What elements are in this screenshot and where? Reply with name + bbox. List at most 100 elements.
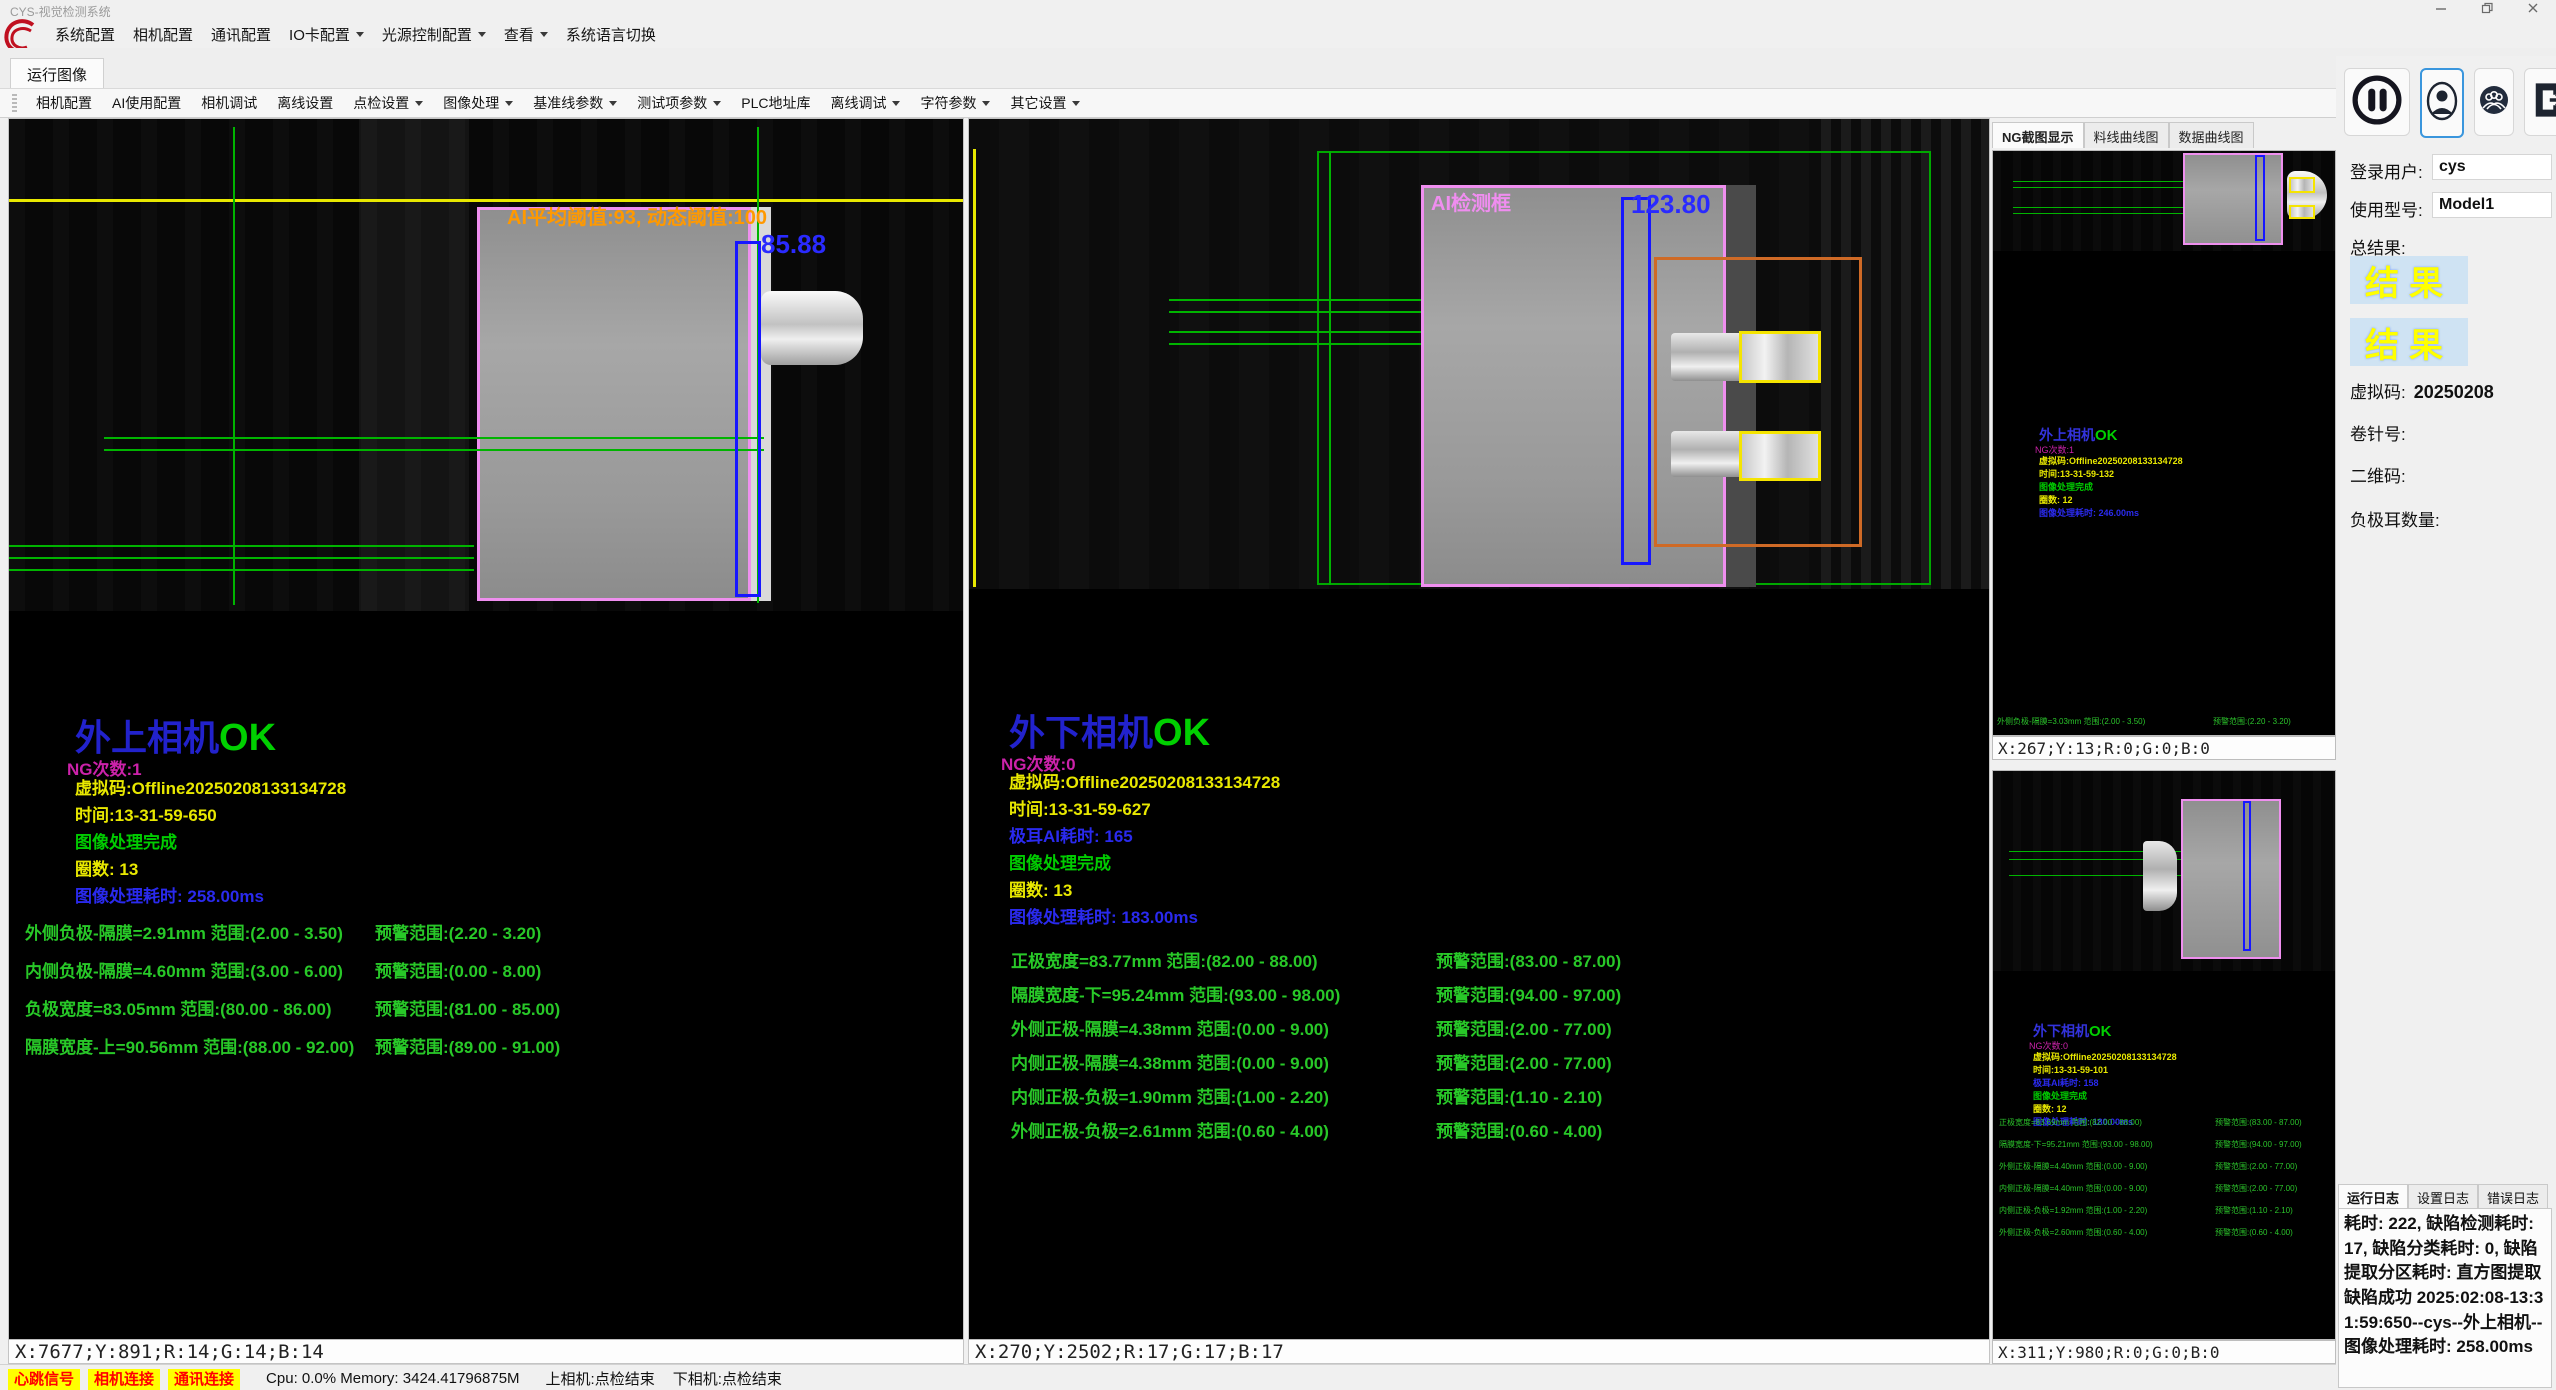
ng-screenshot-lower[interactable]: 外下相机OK NG次数:0 虚拟码:Offline202502081331347… [1992,770,2336,1340]
warning-range-text: 预警范围:(0.60 - 4.00) [2215,1228,2293,1237]
chevron-down-icon [609,101,617,106]
lower-camera-image: AI检测框 123.80 [969,119,1989,589]
toolbar-item-8[interactable]: 测试项参数 [627,91,731,115]
warning-range-text: 预警范围:(2.00 - 77.00) [1436,1020,1612,1039]
camera-result: OK [2095,427,2118,444]
toolbar-item-12[interactable]: 其它设置 [1000,91,1090,115]
lower-camera-view[interactable]: AI检测框 123.80 外下相机OK NG次数:0 虚拟码:Offline20… [968,118,1990,1364]
status-badge-3: 通讯连接 [168,1369,240,1390]
thumbnail-camera-title: 外上相机OK [2039,425,2118,445]
toolbar-item-7[interactable]: 基准线参数 [523,91,627,115]
thumbnail-status-lines: 虚拟码:Offline20250208133134728时间:13-31-59-… [2039,455,2183,520]
warning-range-text: 预警范围:(0.60 - 4.00) [1436,1122,1602,1141]
warning-range-text: 预警范围:(2.00 - 77.00) [1436,1054,1612,1073]
measure-value-text: 85.88 [761,229,826,260]
pause-button[interactable] [2344,68,2410,136]
toolbar-grip[interactable] [12,94,17,112]
status-badge-2: 相机连接 [88,1369,160,1390]
camera-result: OK [1153,712,1210,754]
tab-run-image[interactable]: 运行图像 [10,58,104,89]
close-button[interactable] [2510,0,2556,20]
camera-status-line: 圈数: 13 [75,856,346,883]
warning-range-text: 预警范围:(0.00 - 8.00) [375,962,541,981]
sidebar-tab-1[interactable]: NG截图显示 [1992,122,2084,148]
log-tab-1[interactable]: 运行日志 [2338,1184,2408,1210]
camera-status-lines: 虚拟码:Offline20250208133134728时间:13-31-59-… [1009,769,1280,931]
measurement-list: 正极宽度=83.77mm 范围:(82.00 - 88.00)预警范围:(83.… [1011,947,1621,1151]
toolbar-item-label: 图像处理 [443,93,499,113]
camera-status-line: 虚拟码:Offline20250208133134728 [75,775,346,802]
toolbar-item-1[interactable]: 相机配置 [26,91,102,115]
toolbar-item-label: 测试项参数 [637,93,707,113]
menu-item-3[interactable]: 通讯配置 [202,22,280,47]
ng-screenshot-upper[interactable]: 外上相机OK NG次数:1 虚拟码:Offline202502081331347… [1992,150,2336,736]
menu-item-2[interactable]: 相机配置 [124,22,202,47]
ng-thumbnail-column: NG截图显示料线曲线图数据曲线图 外上相机OK NG次数:1 虚拟码:Offli… [1992,122,2336,1364]
app-window: CYS-视觉检测系统 系统配置相机配置通讯配置IO卡配置光源控制配置查看系统语言… [0,0,2556,1390]
warning-range-text: 预警范围:(94.00 - 97.00) [1436,986,1621,1005]
login-user-input[interactable]: cys [2432,154,2552,180]
status-bar: 心跳信号相机连接通讯连接 Cpu: 0.0% Memory: 3424.4179… [0,1364,2336,1390]
run-log-text[interactable]: 耗时: 222, 缺陷检测耗时: 17, 缺陷分类耗时: 0, 缺陷提取分区耗时… [2338,1208,2552,1388]
warning-range-text: 预警范围:(2.00 - 77.00) [2215,1162,2297,1171]
status-badges: 心跳信号相机连接通讯连接 [0,1368,240,1389]
toolbar-item-11[interactable]: 字符参数 [910,91,1000,115]
chevron-down-icon [713,101,721,106]
camera-status-line: 虚拟码:Offline20250208133134728 [1009,769,1280,796]
menu-item-6[interactable]: 查看 [495,22,557,47]
toolbar-item-4[interactable]: 离线设置 [267,91,343,115]
pixel-coordinate-bar: X:311;Y:980;R:0;G:0;B:0 [1992,1340,2336,1364]
camera-status-line: 图像处理完成 [75,829,346,856]
model-input[interactable]: Model1 [2432,192,2552,218]
menu-item-7[interactable]: 系统语言切换 [557,22,665,47]
pixel-coordinate-bar: X:270;Y:2502;R:17;G:17;B:17 [969,1339,1989,1363]
logout-button[interactable] [2524,68,2556,136]
roi-orange-box [1654,257,1862,547]
lower-camera-status: 下相机:点检结束 [673,1368,782,1389]
user-button[interactable] [2420,68,2464,138]
measure-blue-box [735,241,761,597]
toolbar-item-6[interactable]: 图像处理 [433,91,523,115]
users-group-button[interactable] [2474,68,2514,136]
toolbar-items: 相机配置AI使用配置相机调试离线设置点检设置图像处理 基准线参数测试项参数 PLC地… [26,91,1090,115]
menu-item-4[interactable]: IO卡配置 [280,22,373,47]
thumbnail-status-line: 圈数: 12 [2033,1103,2177,1116]
chevron-down-icon [540,32,548,37]
thumbnail-measurement-row: 内侧正极-隔膜=4.40mm 范围:(0.00 - 9.00)预警范围:(2.0… [1999,1183,2302,1205]
log-tab-3[interactable]: 错误日志 [2478,1184,2548,1210]
camera-status-line: 图像处理完成 [1009,850,1280,877]
measurement-text: 内侧正极-隔膜=4.38mm 范围:(0.00 - 9.00) [1011,1049,1436,1074]
menu-item-1[interactable]: 系统配置 [46,22,124,47]
upper-camera-view[interactable]: AI平均阈值:93, 动态阈值:100 85.88 外上相机OK NG次数:1 … [8,118,964,1364]
view-tab-row: 运行图像 [0,48,2556,88]
tab-run-image-label: 运行图像 [27,64,87,85]
camera-status-line: 时间:13-31-59-650 [75,802,346,829]
toolbar-item-label: 其它设置 [1010,93,1066,113]
login-user-label: 登录用户: [2350,158,2423,183]
thumbnail-measurements: 外侧负极-隔膜=3.03mm 范围:(2.00 - 3.50)预警范围:(2.2… [1997,716,2300,736]
menu-item-5[interactable]: 光源控制配置 [373,22,495,47]
toolbar-item-5[interactable]: 点检设置 [343,91,433,115]
thumbnail-camera-title: 外下相机OK [2033,1021,2112,1041]
warning-range-text: 预警范围:(2.00 - 77.00) [2215,1184,2297,1193]
virtual-code-row: 虚拟码:20250208 [2350,378,2494,403]
measure-blue-box [1621,197,1651,565]
toolbar-item-3[interactable]: 相机调试 [191,91,267,115]
menu-item-label: 系统语言切换 [566,24,656,45]
thumbnail-status-line: 图像处理耗时: 246.00ms [2039,507,2183,520]
measurement-text: 隔膜宽度-下=95.24mm 范围:(93.00 - 98.00) [1011,981,1436,1006]
sidebar-tab-2[interactable]: 料线曲线图 [2084,122,2169,148]
toolbar-item-2[interactable]: AI使用配置 [102,91,191,115]
chevron-down-icon [415,101,423,106]
toolbar-item-9[interactable]: PLC地址库 [731,91,820,115]
logout-icon [2528,72,2556,133]
chevron-down-icon [478,32,486,37]
maximize-button[interactable] [2464,0,2510,20]
measurement-text: 外侧负极-隔膜=2.91mm 范围:(2.00 - 3.50) [25,919,375,944]
minimize-button[interactable] [2418,0,2464,20]
sidebar-tab-3[interactable]: 数据曲线图 [2169,122,2254,148]
log-tab-2[interactable]: 设置日志 [2408,1184,2478,1210]
thumbnail-measurement-row: 隔膜宽度-下=95.21mm 范围:(93.00 - 98.00)预警范围:(9… [1999,1139,2302,1161]
toolbar-item-10[interactable]: 离线调试 [820,91,910,115]
camera-name: 外下相机 [2033,1023,2089,1039]
